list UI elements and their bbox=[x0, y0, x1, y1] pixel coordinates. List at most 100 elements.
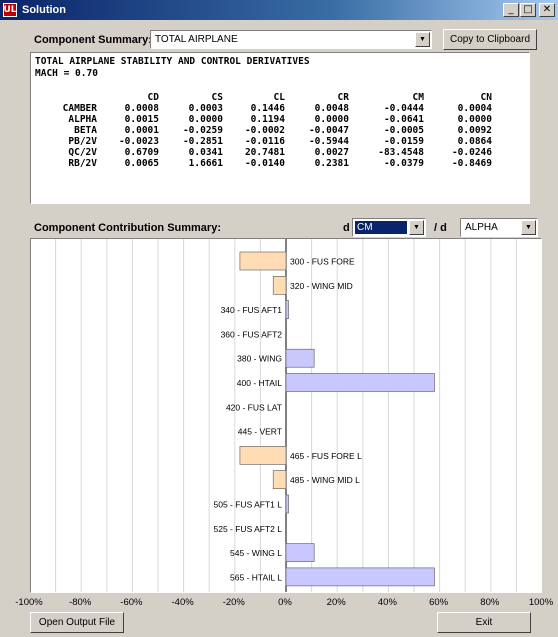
table-cell: 0.0001 bbox=[124, 125, 159, 136]
table-cell: -0.0379 bbox=[383, 158, 424, 169]
bar-label: 525 - FUS AFT2 L bbox=[214, 524, 283, 534]
table-cell: 0.0065 bbox=[124, 158, 159, 169]
report-title: TOTAL AIRPLANE STABILITY AND CONTROL DER… bbox=[35, 56, 310, 67]
column-header: CL bbox=[273, 92, 285, 103]
window-controls: _ □ ✕ bbox=[503, 3, 555, 17]
numerator-select[interactable]: CM ▼ bbox=[352, 218, 426, 237]
row-name: RB/2V bbox=[68, 158, 97, 169]
table-cell: 0.0004 bbox=[457, 103, 492, 114]
table-cell: -0.5944 bbox=[308, 136, 349, 147]
chevron-down-icon[interactable]: ▼ bbox=[521, 220, 536, 235]
bar-label: 340 - FUS AFT1 bbox=[221, 305, 283, 315]
bar-label: 320 - WING MID bbox=[290, 281, 353, 291]
row-name: ALPHA bbox=[68, 114, 97, 125]
bar-label: 465 - FUS FORE L bbox=[290, 451, 362, 461]
bar bbox=[285, 348, 315, 368]
table-cell: -0.0641 bbox=[383, 114, 424, 125]
table-cell: 0.0048 bbox=[314, 103, 349, 114]
table-cell: -0.0005 bbox=[383, 125, 424, 136]
x-tick-label: 100% bbox=[528, 597, 554, 608]
x-tick-label: -60% bbox=[120, 597, 143, 608]
table-cell: -0.2851 bbox=[182, 136, 223, 147]
x-tick-label: -40% bbox=[171, 597, 194, 608]
table-cell: -0.0047 bbox=[308, 125, 349, 136]
table-cell: -0.0002 bbox=[244, 125, 285, 136]
table-cell: 0.0015 bbox=[124, 114, 159, 125]
bar-label: 505 - FUS AFT1 L bbox=[214, 500, 283, 510]
copy-to-clipboard-button[interactable]: Copy to Clipboard bbox=[443, 29, 537, 50]
bar-label: 380 - WING bbox=[237, 354, 282, 364]
bar bbox=[285, 373, 435, 392]
bar bbox=[285, 543, 315, 562]
bar-label: 300 - FUS FORE bbox=[290, 257, 355, 267]
exit-button[interactable]: Exit bbox=[437, 612, 531, 633]
row-name: QC/2V bbox=[68, 147, 97, 158]
table-cell: 0.0000 bbox=[457, 114, 492, 125]
column-header: CR bbox=[337, 92, 349, 103]
table-cell: 0.2381 bbox=[314, 158, 349, 169]
maximize-button[interactable]: □ bbox=[520, 3, 536, 17]
column-header: CS bbox=[211, 92, 223, 103]
x-tick-label: 20% bbox=[326, 597, 346, 608]
table-cell: -0.0159 bbox=[383, 136, 424, 147]
chevron-down-icon[interactable]: ▼ bbox=[415, 32, 430, 47]
table-cell: 0.0008 bbox=[124, 103, 159, 114]
row-name: CAMBER bbox=[62, 103, 97, 114]
derivatives-report[interactable]: TOTAL AIRPLANE STABILITY AND CONTROL DER… bbox=[30, 52, 530, 204]
x-tick-label: 60% bbox=[429, 597, 449, 608]
app-logo-icon: UL bbox=[3, 3, 17, 17]
table-cell: -0.0259 bbox=[182, 125, 223, 136]
bar bbox=[285, 300, 289, 319]
bar-label: 400 - HTAIL bbox=[237, 378, 282, 388]
component-select-value: TOTAL AIRPLANE bbox=[155, 34, 238, 45]
denominator-select[interactable]: ALPHA ▼ bbox=[460, 218, 538, 237]
bar-label: 420 - FUS LAT bbox=[226, 402, 282, 412]
table-cell: 1.6661 bbox=[188, 158, 223, 169]
bar bbox=[239, 251, 287, 271]
contribution-chart-svg: 300 - FUS FORE 320 - WING MID 340 - FUS AF… bbox=[55, 239, 517, 592]
bar bbox=[285, 494, 289, 514]
table-cell: 0.0000 bbox=[314, 114, 349, 125]
bar-label: 565 - HTAIL L bbox=[230, 572, 282, 582]
x-tick-label: 0% bbox=[278, 597, 292, 608]
x-tick-label: -80% bbox=[69, 597, 92, 608]
x-tick-label: 40% bbox=[377, 597, 397, 608]
x-tick-label: -100% bbox=[15, 597, 43, 608]
denominator-select-value: ALPHA bbox=[465, 222, 498, 233]
bar bbox=[272, 275, 287, 295]
contribution-chart: 300 - FUS FORE 320 - WING MID 340 - FUS AF… bbox=[30, 238, 542, 593]
table-cell: -0.0116 bbox=[244, 136, 285, 147]
contribution-summary-label: Component Contribution Summary: bbox=[34, 222, 221, 234]
close-button[interactable]: ✕ bbox=[539, 3, 555, 17]
column-header: CD bbox=[147, 92, 159, 103]
column-header: CN bbox=[480, 92, 492, 103]
bar-label: 545 - WING L bbox=[230, 548, 282, 558]
open-output-file-button[interactable]: Open Output File bbox=[30, 612, 124, 633]
table-cell: 0.0003 bbox=[188, 103, 223, 114]
slash-d-label: / d bbox=[434, 222, 447, 234]
row-name: PB/2V bbox=[68, 136, 97, 147]
table-cell: -0.0023 bbox=[118, 136, 159, 147]
minimize-button[interactable]: _ bbox=[503, 3, 519, 17]
bar bbox=[272, 470, 287, 489]
x-tick-label: 80% bbox=[480, 597, 500, 608]
component-summary-label: Component Summary: bbox=[34, 34, 152, 46]
table-cell: -0.0246 bbox=[451, 147, 492, 158]
row-name: BETA bbox=[74, 125, 97, 136]
bar bbox=[239, 446, 287, 465]
chevron-down-icon[interactable]: ▼ bbox=[409, 220, 424, 235]
bar bbox=[285, 567, 435, 587]
table-cell: 0.0341 bbox=[188, 147, 223, 158]
table-cell: 0.0864 bbox=[457, 136, 492, 147]
bar-label: 445 - VERT bbox=[238, 427, 282, 437]
component-select[interactable]: TOTAL AIRPLANE ▼ bbox=[150, 30, 432, 49]
table-cell: 0.0027 bbox=[314, 147, 349, 158]
table-cell: 0.1446 bbox=[250, 103, 285, 114]
window-title: Solution bbox=[22, 4, 66, 16]
table-cell: 0.6709 bbox=[124, 147, 159, 158]
x-tick-label: -20% bbox=[222, 597, 245, 608]
numerator-select-value: CM bbox=[355, 221, 407, 234]
title-bar: UL Solution _ □ ✕ bbox=[0, 0, 558, 20]
table-cell: 0.0092 bbox=[457, 125, 492, 136]
bar-label: 360 - FUS AFT2 bbox=[221, 329, 283, 339]
